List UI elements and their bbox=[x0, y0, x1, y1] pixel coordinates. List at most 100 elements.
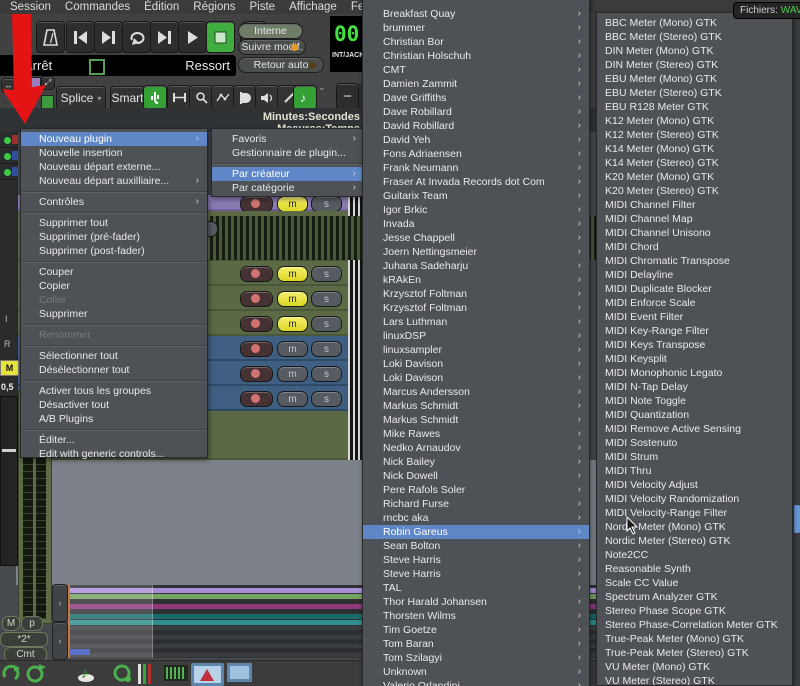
menubar-item-régions[interactable]: Régions bbox=[187, 1, 241, 13]
menu-item[interactable]: MIDI Remove Active Sensing bbox=[597, 422, 792, 436]
menu-item[interactable]: Favoris› bbox=[212, 132, 364, 146]
menu-item[interactable]: Stereo Phase Scope GTK bbox=[597, 604, 792, 618]
stretch-tool-button[interactable] bbox=[167, 85, 191, 110]
group-button[interactable]: *2* bbox=[0, 632, 48, 647]
menu-item[interactable]: MIDI Keys Transpose bbox=[597, 338, 792, 352]
record-enable-icon[interactable] bbox=[3, 168, 12, 177]
menu-item[interactable]: Invada› bbox=[363, 217, 589, 231]
menu-item[interactable]: Thor Harald Johansen› bbox=[363, 595, 589, 609]
auto-return-button[interactable]: Retour auto bbox=[238, 57, 324, 73]
record-arm-button[interactable] bbox=[240, 316, 273, 332]
menu-item[interactable]: Pere Rafols Soler› bbox=[363, 483, 589, 497]
loop-range-icon[interactable] bbox=[25, 663, 47, 686]
menu-item[interactable]: Frank Neumann› bbox=[363, 161, 589, 175]
menu-item[interactable]: Juhana Sadeharju› bbox=[363, 259, 589, 273]
summary-view-rect[interactable] bbox=[68, 585, 153, 658]
menu-item[interactable]: Valerio Orlandini› bbox=[363, 679, 589, 686]
menu-item[interactable]: MIDI Channel Filter bbox=[597, 198, 792, 212]
menu-item[interactable]: Christian Bor› bbox=[363, 35, 589, 49]
menu-item[interactable]: Nouveau plugin› bbox=[21, 132, 207, 146]
menu-item[interactable]: Robin Gareus› bbox=[363, 525, 589, 539]
sync-button[interactable]: Interne bbox=[238, 23, 303, 39]
menu-item[interactable]: Breakfast Quay› bbox=[363, 7, 589, 21]
mute-button[interactable]: m bbox=[277, 316, 308, 332]
menu-item[interactable]: MIDI Thru bbox=[597, 464, 792, 478]
menu-item[interactable]: Couper bbox=[21, 265, 207, 279]
menu-item[interactable]: Nouveau départ auxilliaire...› bbox=[21, 174, 207, 188]
menu-item[interactable]: Spectrum Analyzer GTK bbox=[597, 590, 792, 604]
grab-tool-button[interactable] bbox=[143, 85, 167, 110]
grid-note-icon[interactable]: ♪ bbox=[76, 663, 98, 686]
menu-item[interactable]: Unknown› bbox=[363, 665, 589, 679]
mute-chip[interactable]: M bbox=[0, 360, 19, 376]
menu-item[interactable]: Igor Brkic› bbox=[363, 203, 589, 217]
menu-item[interactable]: K12 Meter (Mono) GTK bbox=[597, 114, 792, 128]
menu-item[interactable]: Supprimer (pré-fader) bbox=[21, 230, 207, 244]
menu-item[interactable]: David Robillard› bbox=[363, 119, 589, 133]
menu-item[interactable]: K14 Meter (Stereo) GTK bbox=[597, 156, 792, 170]
menu-item[interactable]: Tom Baran› bbox=[363, 637, 589, 651]
vertical-scrollbar[interactable] bbox=[794, 505, 800, 533]
menu-item[interactable]: Joern Nettingsmeier› bbox=[363, 245, 589, 259]
menu-item[interactable]: Thorsten Wilms› bbox=[363, 609, 589, 623]
mini-track-header[interactable] bbox=[0, 132, 18, 148]
menu-item[interactable]: Krzysztof Foltman› bbox=[363, 301, 589, 315]
menu-item[interactable]: Krzysztof Foltman› bbox=[363, 287, 589, 301]
menu-item[interactable]: Sean Bolton› bbox=[363, 539, 589, 553]
menu-item[interactable]: EBU R128 Meter GTK bbox=[597, 100, 792, 114]
menu-item[interactable]: Fons Adriaensen› bbox=[363, 147, 589, 161]
solo-button[interactable]: s bbox=[311, 196, 342, 212]
solo-button[interactable]: s bbox=[311, 391, 342, 407]
menu-item[interactable]: Gestionnaire de plugin... bbox=[212, 146, 364, 160]
record-arm-button[interactable] bbox=[240, 266, 273, 282]
menu-item[interactable]: Nouvelle insertion bbox=[21, 146, 207, 160]
mute-button[interactable]: m bbox=[277, 391, 308, 407]
solo-button[interactable]: s bbox=[311, 291, 342, 307]
menu-item[interactable]: Nick Dowell› bbox=[363, 469, 589, 483]
menu-item[interactable]: Contrôles› bbox=[21, 195, 207, 209]
menu-item[interactable]: Renommer bbox=[21, 328, 207, 342]
record-arm-button[interactable] bbox=[240, 366, 273, 382]
menu-item[interactable]: VU Meter (Stereo) GTK bbox=[597, 674, 792, 686]
menu-item[interactable]: BBC Meter (Stereo) GTK bbox=[597, 30, 792, 44]
menu-item[interactable]: David Yeh› bbox=[363, 133, 589, 147]
menu-item[interactable]: MIDI Sostenuto bbox=[597, 436, 792, 450]
zoom-out-button[interactable]: − bbox=[336, 83, 359, 110]
menu-item[interactable]: Nouveau départ externe... bbox=[21, 160, 207, 174]
menu-item[interactable]: Edit with generic controls... bbox=[21, 447, 207, 461]
master-mute-button[interactable]: M bbox=[2, 616, 20, 631]
menu-item[interactable]: Supprimer bbox=[21, 307, 207, 321]
menu-item[interactable]: EBU Meter (Mono) GTK bbox=[597, 72, 792, 86]
mute-button[interactable]: m bbox=[277, 196, 308, 212]
menu-item[interactable]: MIDI Delayline bbox=[597, 268, 792, 282]
menu-item[interactable]: Steve Harris› bbox=[363, 567, 589, 581]
menu-item[interactable]: MIDI Channel Unisono bbox=[597, 226, 792, 240]
record-arm-button[interactable] bbox=[240, 196, 273, 212]
record-arm-button[interactable] bbox=[240, 341, 273, 357]
mute-button[interactable]: m bbox=[277, 291, 308, 307]
menu-item[interactable]: A/B Plugins bbox=[21, 412, 207, 426]
menu-item[interactable]: Richard Furse› bbox=[363, 497, 589, 511]
record-enable-icon[interactable] bbox=[3, 152, 12, 161]
menu-item[interactable]: MIDI Duplicate Blocker bbox=[597, 282, 792, 296]
menu-item[interactable]: MIDI Monophonic Legato bbox=[597, 366, 792, 380]
record-arm-button[interactable] bbox=[240, 391, 273, 407]
mute-button[interactable]: m bbox=[277, 341, 308, 357]
menu-item[interactable]: Supprimer tout bbox=[21, 216, 207, 230]
menu-item[interactable]: Fraser At Invada Records dot Com› bbox=[363, 175, 589, 189]
edit-mode-dropdown[interactable]: Splice▾ bbox=[56, 86, 106, 110]
menu-item[interactable]: MIDI Velocity Randomization bbox=[597, 492, 792, 506]
menu-item[interactable]: Markus Schmidt› bbox=[363, 413, 589, 427]
menu-item[interactable]: Coller bbox=[21, 293, 207, 307]
menu-item[interactable]: EBU Meter (Stereo) GTK bbox=[597, 86, 792, 100]
menu-item[interactable]: CMT› bbox=[363, 63, 589, 77]
mixer-grid-icon[interactable] bbox=[164, 663, 188, 686]
menubar-item-commandes[interactable]: Commandes bbox=[59, 1, 136, 13]
summary-next-button[interactable]: › bbox=[52, 622, 68, 660]
chevron-down-icon[interactable]: ⌄ bbox=[318, 82, 326, 93]
menu-item[interactable]: MIDI Chord bbox=[597, 240, 792, 254]
solo-button[interactable]: s bbox=[311, 266, 342, 282]
menu-item[interactable]: MIDI Enforce Scale bbox=[597, 296, 792, 310]
menu-item[interactable]: Dave Griffiths› bbox=[363, 91, 589, 105]
menu-item[interactable]: brummer› bbox=[363, 21, 589, 35]
